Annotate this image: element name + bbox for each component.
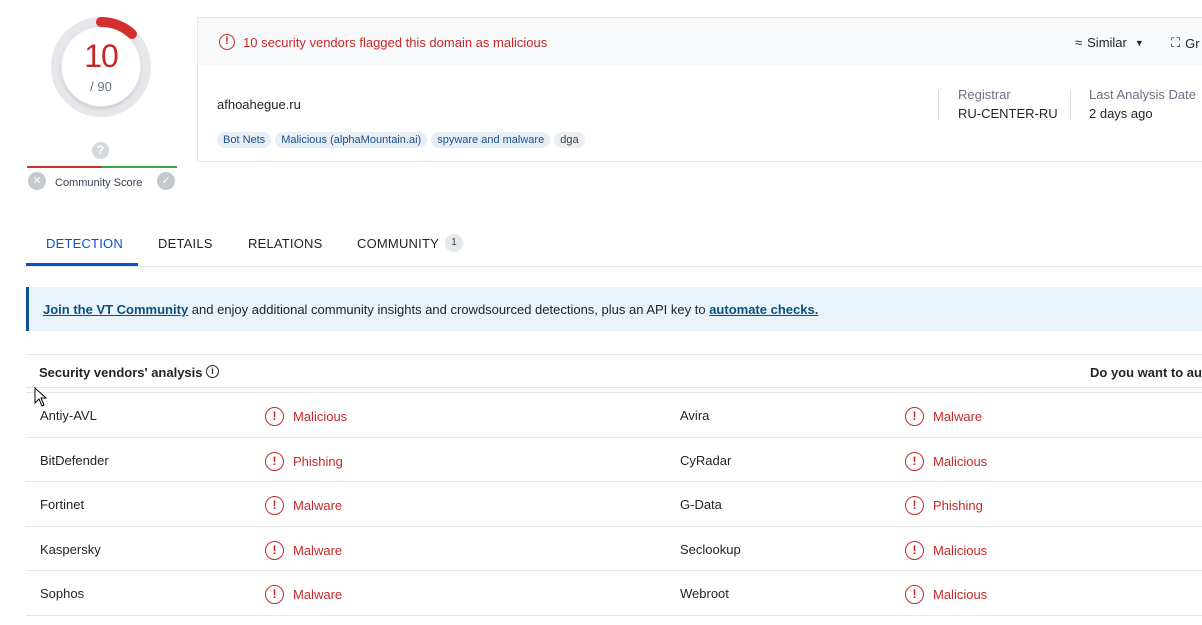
table-row: Antiy-AVL ! Malicious Avira ! Malware — [26, 393, 1202, 438]
last-analysis-label: Last Analysis Date — [1089, 87, 1196, 102]
join-community-link[interactable]: Join the VT Community — [43, 302, 188, 317]
tab-relations[interactable]: RELATIONS — [248, 236, 323, 251]
vendor-name: CyRadar — [680, 452, 732, 468]
vendors-table-header: Security vendors' analysis i Do you want… — [26, 354, 1202, 388]
vendor-result: ! Malware — [905, 407, 982, 426]
alert-icon: ! — [905, 407, 924, 426]
result-label: Malware — [293, 542, 343, 558]
community-banner: Join the VT Community and enjoy addition… — [26, 287, 1202, 331]
automate-prompt[interactable]: Do you want to aut — [1090, 365, 1202, 380]
alert-text: 10 security vendors flagged this domain … — [243, 35, 548, 50]
vendor-name: Seclookup — [680, 541, 741, 557]
automate-checks-link[interactable]: automate checks. — [709, 302, 818, 317]
domain-name: afhoahegue.ru — [217, 97, 301, 112]
graph-button[interactable]: ⛶ Gr — [1171, 35, 1200, 51]
table-row: Sophos ! Malware Webroot ! Malicious — [26, 571, 1202, 616]
active-tab-indicator — [26, 263, 138, 266]
vendor-result: ! Phishing — [905, 496, 983, 515]
vendor-name: G-Data — [680, 497, 722, 512]
alert-strip: ! 10 security vendors flagged this domai… — [198, 18, 1202, 65]
result-label: Malicious — [293, 409, 348, 424]
tab-details[interactable]: DETAILS — [158, 236, 213, 251]
alert-icon: ! — [905, 451, 924, 471]
tag[interactable]: Bot Nets — [217, 132, 272, 148]
graph-icon: ⛶ — [1171, 35, 1181, 50]
vendor-name: Webroot — [680, 586, 729, 601]
table-row: Kaspersky ! Malware Seclookup ! Malicious — [26, 527, 1202, 571]
alert-icon: ! — [265, 407, 284, 426]
result-label: Malware — [293, 587, 343, 602]
table-row: BitDefender ! Phishing CyRadar ! Malicious — [26, 438, 1202, 482]
info-icon[interactable]: i — [206, 365, 219, 378]
vendor-result: ! Malware — [265, 585, 342, 604]
tag[interactable]: dga — [554, 132, 585, 148]
divider — [1070, 90, 1071, 120]
banner-text: Join the VT Community and enjoy addition… — [43, 302, 818, 317]
chevron-down-icon: ▼ — [1134, 37, 1144, 48]
registrar-label: Registrar — [958, 87, 1011, 102]
result-label: Malicious — [933, 542, 988, 558]
vendor-name: Avira — [680, 408, 710, 423]
vendor-result: ! Phishing — [265, 451, 343, 471]
vendors-table: Security vendors' analysis i Do you want… — [26, 354, 1202, 616]
question-icon[interactable]: ? — [92, 142, 109, 159]
similar-icon: ≈ — [1075, 35, 1083, 50]
community-count-badge: 1 — [445, 234, 463, 252]
detection-total: / 90 — [90, 79, 112, 94]
similar-label: Similar — [1087, 35, 1127, 50]
alert-icon: ! — [905, 540, 924, 560]
alert-icon: ! — [905, 496, 924, 515]
banner-middle-text: and enjoy additional community insights … — [188, 302, 710, 317]
page: 10 / 90 ? ✕ Community Score ✓ ! 10 secur… — [0, 0, 1202, 625]
result-label: Phishing — [933, 498, 983, 513]
alert-icon: ! — [265, 451, 284, 471]
tag[interactable]: Malicious (alphaMountain.ai) — [275, 132, 428, 148]
alert-icon: ! — [265, 585, 284, 604]
similar-button[interactable]: ≈ Similar ▼ — [1075, 35, 1144, 50]
vendor-result: ! Malware — [265, 496, 342, 515]
result-label: Phishing — [293, 453, 343, 469]
tab-detection[interactable]: DETECTION — [46, 236, 123, 251]
vendor-name: Kaspersky — [40, 541, 101, 557]
result-label: Malicious — [933, 587, 988, 602]
result-label: Malicious — [933, 453, 988, 469]
vote-malicious-icon[interactable]: ✕ — [28, 172, 46, 190]
alert-icon: ! — [219, 34, 235, 50]
community-score-label: Community Score — [55, 177, 143, 189]
vote-harmless-icon[interactable]: ✓ — [157, 172, 175, 190]
alert-icon: ! — [905, 585, 924, 604]
community-score-bar — [27, 166, 177, 168]
vendor-result: ! Malicious — [905, 585, 987, 604]
registrar-value: RU-CENTER-RU — [958, 106, 1058, 121]
vendor-name: Fortinet — [40, 497, 85, 512]
tab-bar: DETECTION DETAILS RELATIONS COMMUNITY 1 — [26, 230, 1202, 267]
alert-icon: ! — [265, 540, 284, 560]
alert-icon: ! — [265, 496, 284, 515]
tag-list: Bot Nets Malicious (alphaMountain.ai) sp… — [217, 132, 585, 148]
result-label: Malware — [933, 409, 983, 424]
tag[interactable]: spyware and malware — [431, 132, 551, 148]
vendor-name: Antiy-AVL — [40, 408, 97, 423]
mouse-cursor-icon — [34, 387, 48, 407]
divider — [938, 90, 939, 120]
domain-summary-card: ! 10 security vendors flagged this domai… — [197, 17, 1202, 162]
tab-community[interactable]: COMMUNITY — [357, 236, 439, 251]
vendor-name: BitDefender — [40, 452, 109, 468]
vendor-result: ! Malicious — [905, 540, 988, 560]
last-analysis-value: 2 days ago — [1089, 106, 1153, 121]
table-row: Fortinet ! Malware G-Data ! Phishing — [26, 482, 1202, 527]
detection-score-gauge: 10 / 90 — [40, 8, 162, 130]
vendors-title: Security vendors' analysis — [39, 365, 203, 380]
detection-count: 10 — [84, 38, 119, 74]
graph-label: Gr — [1185, 35, 1200, 51]
vendor-result: ! Malicious — [905, 451, 988, 471]
result-label: Malware — [293, 498, 343, 513]
vendor-result: ! Malicious — [265, 407, 347, 426]
vendor-name: Sophos — [40, 586, 85, 601]
vendor-result: ! Malware — [265, 540, 343, 560]
